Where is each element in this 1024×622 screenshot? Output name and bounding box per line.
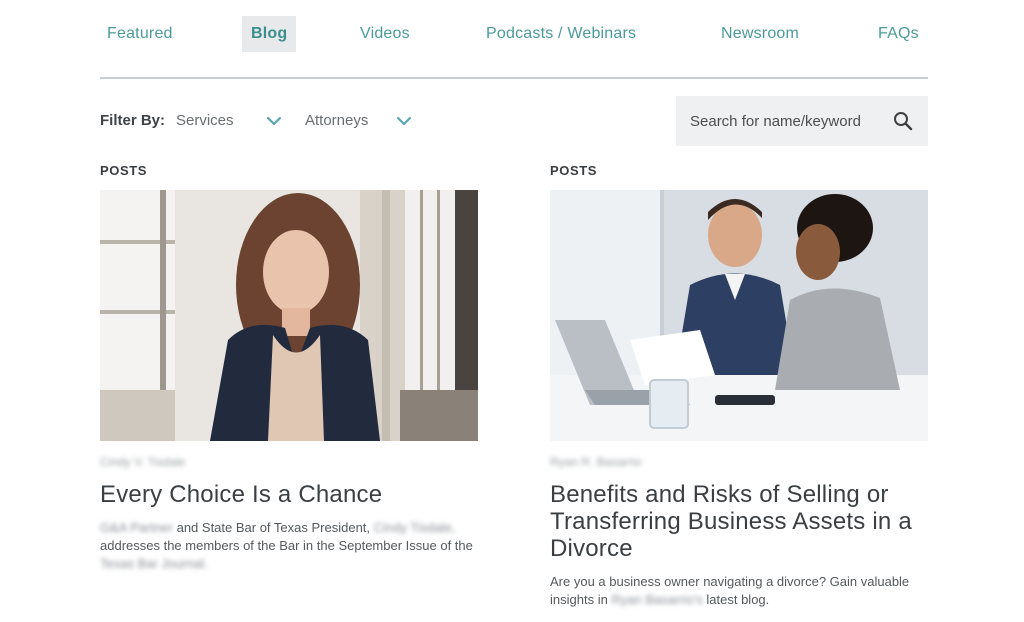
nav-divider <box>100 77 928 79</box>
excerpt-text: and State Bar of Texas President, <box>172 520 374 535</box>
post-image[interactable] <box>100 190 478 441</box>
chevron-down-icon[interactable] <box>266 114 282 128</box>
post-title[interactable]: Every Choice Is a Chance <box>100 481 478 508</box>
post-kicker: POSTS <box>100 163 148 178</box>
nav-videos[interactable]: Videos <box>360 16 410 52</box>
post-card[interactable]: POSTS <box>100 163 478 571</box>
business-meeting-image <box>550 190 928 441</box>
excerpt-blurred-text: G&A Partner <box>100 520 173 535</box>
search-input[interactable] <box>690 96 890 146</box>
search-icon[interactable] <box>893 111 913 131</box>
excerpt-blurred-text: Ryan Basarrio's <box>611 592 703 607</box>
filter-label: Filter By: <box>100 112 166 129</box>
search-box <box>676 96 928 146</box>
post-excerpt: Are you a business owner navigating a di… <box>550 573 928 609</box>
filter-services-select[interactable]: Services <box>176 112 234 129</box>
excerpt-text: latest blog. <box>702 592 770 607</box>
post-card[interactable]: POSTS <box>550 163 928 607</box>
post-excerpt: G&A Partner and State Bar of Texas Presi… <box>100 519 478 573</box>
excerpt-blurred-text: Cindy Tisdale, <box>373 520 456 535</box>
excerpt-text: addresses the members of the Bar in the … <box>100 538 473 553</box>
post-author: Ryan R. Basarrio <box>550 455 642 469</box>
nav-blog[interactable]: Blog <box>242 16 297 52</box>
nav-podcasts-webinars[interactable]: Podcasts / Webinars <box>486 16 636 52</box>
nav-newsroom[interactable]: Newsroom <box>721 16 799 52</box>
attorney-portrait-image <box>100 190 478 441</box>
nav-faqs[interactable]: FAQs <box>878 16 919 52</box>
post-image[interactable] <box>550 190 928 441</box>
post-kicker: POSTS <box>550 163 598 178</box>
post-author: Cindy V. Tisdale <box>100 455 186 469</box>
post-title[interactable]: Benefits and Risks of Selling or Transfe… <box>550 481 928 562</box>
nav-featured[interactable]: Featured <box>107 16 173 52</box>
filter-attorneys-select[interactable]: Attorneys <box>305 112 368 129</box>
chevron-down-icon[interactable] <box>396 114 412 128</box>
excerpt-blurred-text: Texas Bar Journal. <box>100 556 208 571</box>
top-nav: Featured Blog Videos Podcasts / Webinars… <box>100 14 928 54</box>
